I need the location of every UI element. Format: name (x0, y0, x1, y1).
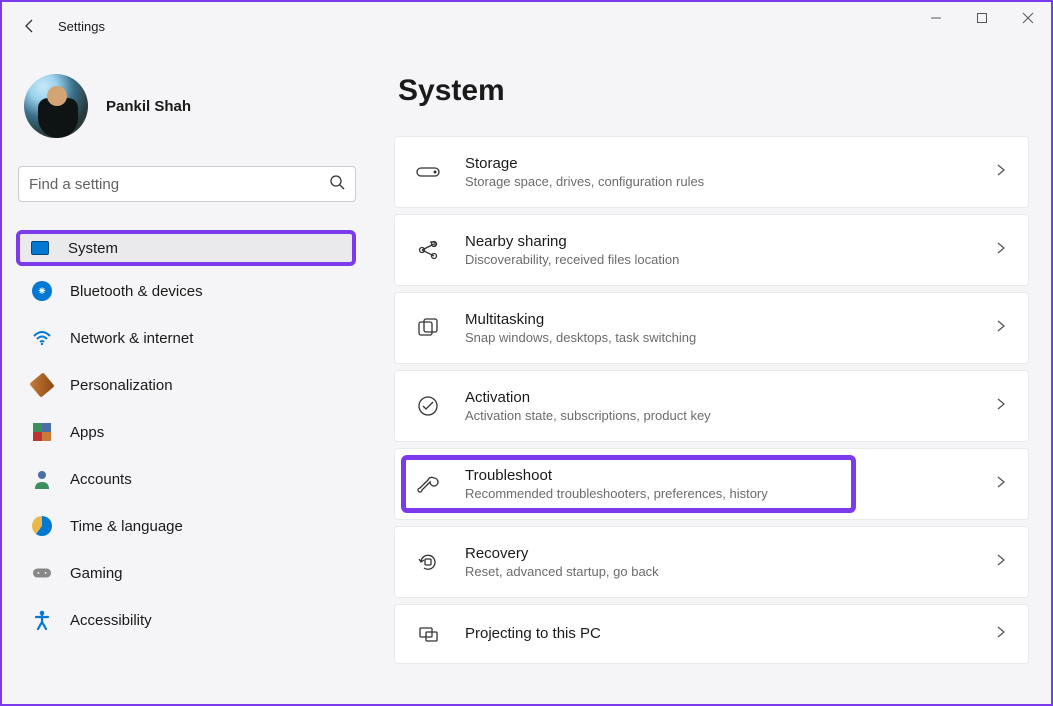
nav-label: Gaming (70, 565, 123, 582)
card-subtitle: Reset, advanced startup, go back (465, 564, 970, 579)
checkmark-circle-icon (415, 393, 441, 419)
card-subtitle: Storage space, drives, configuration rul… (465, 174, 970, 189)
recovery-icon (415, 549, 441, 575)
clock-globe-icon (32, 516, 52, 536)
sidebar: Pankil Shah System ⁕ Bluetooth & devices… (2, 50, 372, 704)
nav-item-network[interactable]: Network & internet (18, 316, 356, 360)
card-nearby-sharing[interactable]: Nearby sharing Discoverability, received… (394, 214, 1029, 286)
nav-item-personalization[interactable]: Personalization (18, 363, 356, 407)
nav-item-time[interactable]: Time & language (18, 504, 356, 548)
card-recovery[interactable]: Recovery Reset, advanced startup, go bac… (394, 526, 1029, 598)
avatar (24, 74, 88, 138)
card-troubleshoot[interactable]: Troubleshoot Recommended troubleshooters… (394, 448, 1029, 520)
chevron-right-icon (994, 625, 1008, 644)
accessibility-icon (32, 610, 52, 630)
storage-icon (415, 159, 441, 185)
nav-label: Apps (70, 424, 104, 441)
back-button[interactable] (10, 6, 50, 46)
card-title: Recovery (465, 545, 970, 562)
chevron-right-icon (994, 397, 1008, 416)
bluetooth-icon: ⁕ (32, 281, 52, 301)
nav-item-bluetooth[interactable]: ⁕ Bluetooth & devices (18, 269, 356, 313)
nav-item-system[interactable]: System (16, 230, 356, 266)
multitask-icon (415, 315, 441, 341)
nav-label: Time & language (70, 518, 183, 535)
person-icon (32, 469, 52, 489)
nav-label: System (68, 240, 118, 257)
nav-label: Accounts (70, 471, 132, 488)
chevron-right-icon (994, 241, 1008, 260)
titlebar: Settings (2, 2, 1051, 50)
nav-label: Accessibility (70, 612, 152, 629)
main-content: System Storage Storage space, drives, co… (372, 50, 1051, 704)
chevron-right-icon (994, 475, 1008, 494)
card-title: Projecting to this PC (465, 625, 970, 642)
search-icon (329, 174, 345, 195)
minimize-button[interactable] (913, 2, 959, 34)
nav-item-gaming[interactable]: Gaming (18, 551, 356, 595)
card-subtitle: Snap windows, desktops, task switching (465, 330, 970, 345)
chevron-right-icon (994, 319, 1008, 338)
share-icon (415, 237, 441, 263)
nav-item-apps[interactable]: Apps (18, 410, 356, 454)
chevron-right-icon (994, 163, 1008, 182)
card-title: Activation (465, 389, 970, 406)
card-activation[interactable]: Activation Activation state, subscriptio… (394, 370, 1029, 442)
search-box[interactable] (18, 166, 356, 202)
maximize-button[interactable] (959, 2, 1005, 34)
page-title: System (398, 74, 1029, 108)
nav-item-accounts[interactable]: Accounts (18, 457, 356, 501)
search-input[interactable] (29, 176, 329, 193)
nav-item-accessibility[interactable]: Accessibility (18, 598, 356, 642)
brush-icon (32, 375, 52, 395)
user-name: Pankil Shah (106, 98, 191, 115)
gamepad-icon (32, 563, 52, 583)
app-title: Settings (58, 19, 105, 34)
card-title: Multitasking (465, 311, 970, 328)
system-icon (30, 238, 50, 258)
apps-icon (32, 422, 52, 442)
card-subtitle: Recommended troubleshooters, preferences… (465, 486, 970, 501)
card-title: Nearby sharing (465, 233, 970, 250)
card-subtitle: Discoverability, received files location (465, 252, 970, 267)
project-icon (415, 621, 441, 647)
window-controls (913, 2, 1051, 34)
card-title: Troubleshoot (465, 467, 970, 484)
profile-section[interactable]: Pankil Shah (18, 62, 356, 162)
card-storage[interactable]: Storage Storage space, drives, configura… (394, 136, 1029, 208)
card-title: Storage (465, 155, 970, 172)
card-multitasking[interactable]: Multitasking Snap windows, desktops, tas… (394, 292, 1029, 364)
chevron-right-icon (994, 553, 1008, 572)
close-button[interactable] (1005, 2, 1051, 34)
wifi-icon (32, 328, 52, 348)
nav-label: Network & internet (70, 330, 193, 347)
nav-label: Bluetooth & devices (70, 283, 203, 300)
nav-label: Personalization (70, 377, 173, 394)
card-projecting[interactable]: Projecting to this PC (394, 604, 1029, 664)
card-subtitle: Activation state, subscriptions, product… (465, 408, 970, 423)
wrench-icon (415, 471, 441, 497)
